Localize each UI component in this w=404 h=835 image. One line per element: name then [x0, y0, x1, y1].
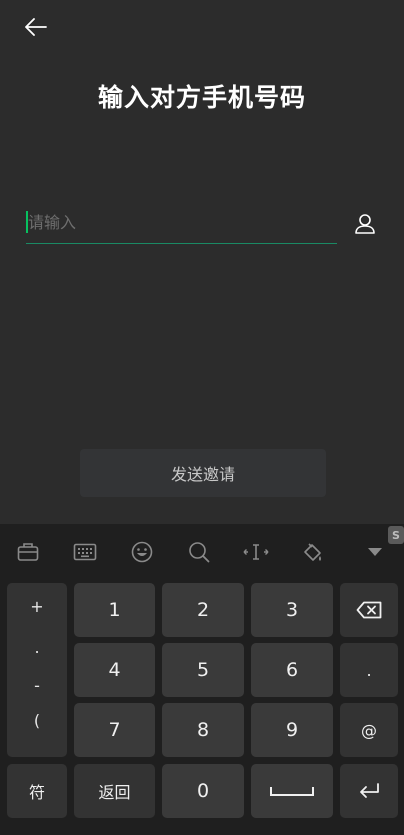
key-6[interactable]: 6: [251, 643, 333, 697]
contacts-button[interactable]: [352, 211, 378, 237]
symbol-key-paren[interactable]: (: [7, 711, 67, 730]
backspace-icon: [356, 601, 382, 619]
text-cursor: [26, 211, 28, 233]
collapse-keyboard-button[interactable]: [361, 538, 389, 566]
key-0[interactable]: 0: [162, 764, 244, 818]
phone-field[interactable]: [26, 206, 337, 244]
brand-logo: S: [388, 526, 404, 544]
enter-icon: [360, 783, 379, 798]
toolbox-icon: [17, 543, 39, 561]
symbol-key-plus[interactable]: +: [7, 597, 67, 616]
key-9[interactable]: 9: [251, 703, 333, 757]
triangle-down-icon: [368, 548, 382, 556]
symbol-mode-key[interactable]: 符: [7, 764, 67, 818]
delete-key[interactable]: [340, 583, 398, 637]
keyboard-icon: [73, 543, 97, 561]
key-3[interactable]: 3: [251, 583, 333, 637]
cursor-move-button[interactable]: [242, 538, 270, 566]
return-key[interactable]: 返回: [74, 764, 155, 818]
key-4[interactable]: 4: [74, 643, 155, 697]
send-invite-button[interactable]: 发送邀请: [80, 449, 326, 497]
key-7[interactable]: 7: [74, 703, 155, 757]
dot-key[interactable]: .: [340, 643, 398, 697]
phone-input[interactable]: [26, 206, 337, 238]
person-icon: [355, 214, 375, 234]
space-icon: [270, 787, 314, 796]
toolbox-button[interactable]: [14, 538, 42, 566]
key-8[interactable]: 8: [162, 703, 244, 757]
space-key[interactable]: [251, 764, 333, 818]
search-button[interactable]: [185, 538, 213, 566]
skin-button[interactable]: [299, 538, 327, 566]
back-button[interactable]: [22, 14, 50, 40]
key-1[interactable]: 1: [74, 583, 155, 637]
cursor-move-icon: [243, 544, 269, 560]
emoji-icon: [131, 541, 153, 563]
keyboard-layout-button[interactable]: [71, 538, 99, 566]
keyboard-toolbar: S: [0, 524, 404, 580]
emoji-button[interactable]: [128, 538, 156, 566]
invite-screen: 输入对方手机号码 发送邀请: [0, 0, 404, 524]
keyboard: S + . - ( 1 2 3 4 5 6 . 7 8 9 @ 符 返回 0: [0, 524, 404, 835]
symbol-column[interactable]: + . - (: [7, 583, 67, 757]
at-key[interactable]: @: [340, 703, 398, 757]
enter-key[interactable]: [340, 764, 398, 818]
key-2[interactable]: 2: [162, 583, 244, 637]
search-icon: [189, 542, 210, 563]
arrow-left-icon: [25, 18, 47, 36]
symbol-key-dot[interactable]: .: [7, 638, 67, 657]
page-title: 输入对方手机号码: [97, 83, 306, 112]
paint-bucket-icon: [304, 543, 321, 561]
key-5[interactable]: 5: [162, 643, 244, 697]
symbol-key-minus[interactable]: -: [7, 676, 67, 695]
